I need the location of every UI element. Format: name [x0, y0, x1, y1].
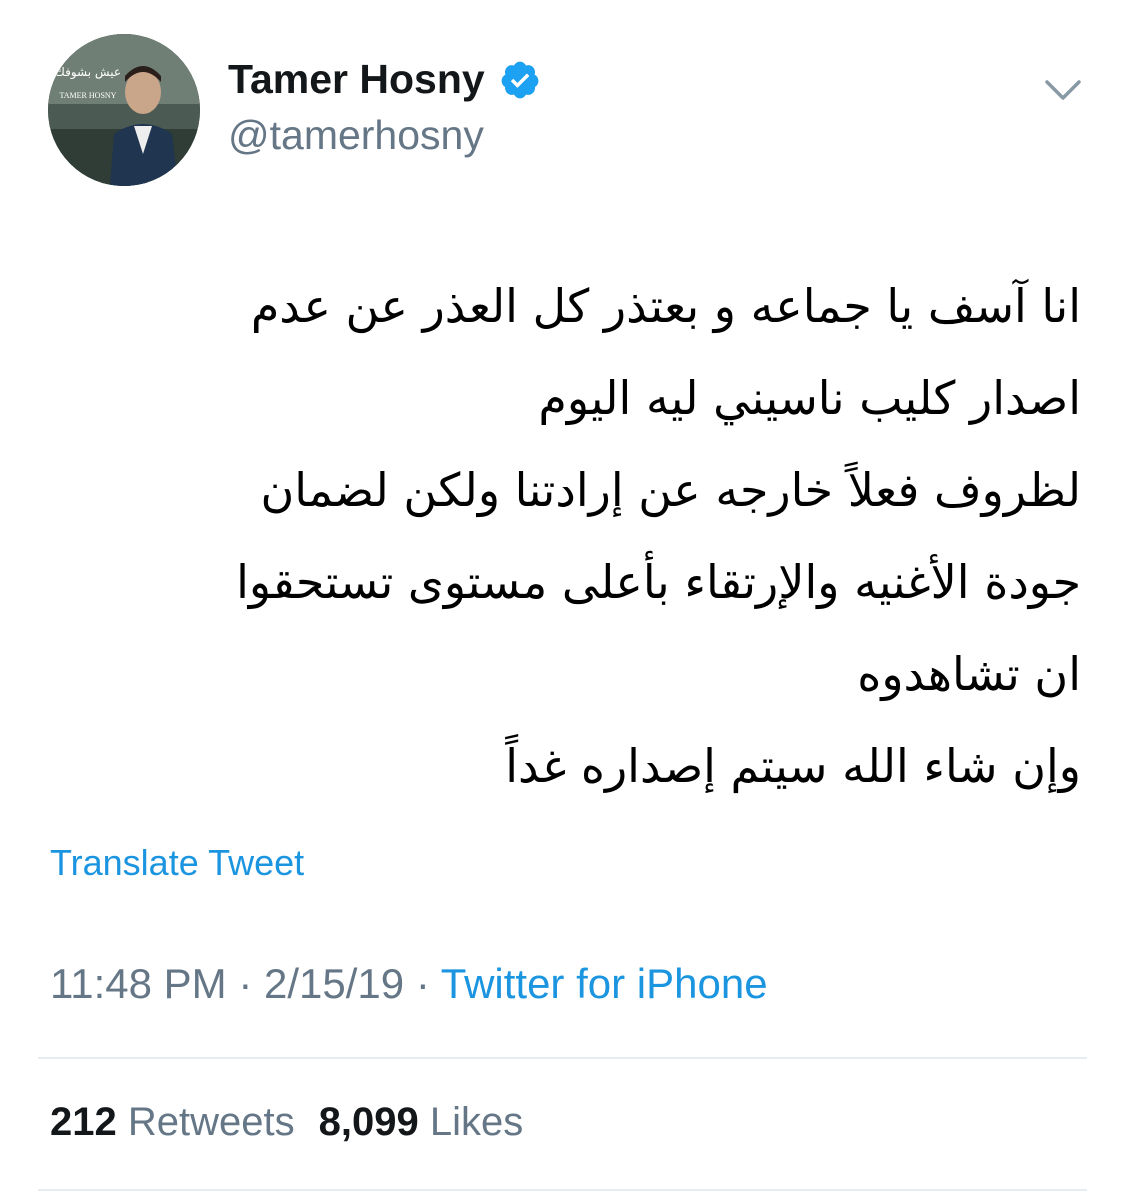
- retweets-label: Retweets: [127, 1100, 295, 1144]
- tweet-line: وإن شاء الله سيتم إصداره غداً: [505, 739, 1081, 793]
- display-name-row[interactable]: Tamer Hosny: [228, 56, 541, 103]
- tweet-source-link[interactable]: Twitter for iPhone: [441, 960, 768, 1007]
- meta-separator: ·: [238, 960, 253, 1007]
- user-handle[interactable]: @tamerhosny: [228, 112, 484, 159]
- tweet-date: 2/15/19: [264, 960, 405, 1007]
- tweet-line: اصدار كليب ناسيني ليه اليوم: [538, 371, 1081, 425]
- retweets-stat[interactable]: 212 Retweets: [50, 1100, 295, 1144]
- tweet-metadata: 11:48 PM · 2/15/19 · Twitter for iPhone: [50, 960, 768, 1008]
- tweet-line: ان تشاهدوه: [857, 647, 1081, 701]
- tweet-time: 11:48 PM: [50, 960, 227, 1007]
- tweet-text: انا آسف يا جماعه و بعتذر كل العذر عن عدم…: [60, 260, 1081, 812]
- likes-label: Likes: [429, 1100, 524, 1144]
- retweets-count: 212: [50, 1100, 117, 1144]
- divider: [38, 1189, 1087, 1191]
- avatar-latin-text: TAMER HOSNY: [60, 91, 117, 100]
- avatar-image: عيش بشوفك TAMER HOSNY: [48, 34, 200, 186]
- translate-tweet-link[interactable]: Translate Tweet: [50, 842, 304, 884]
- tweet-line: انا آسف يا جماعه و بعتذر كل العذر عن عدم: [250, 279, 1081, 333]
- meta-separator: ·: [415, 960, 430, 1007]
- likes-stat[interactable]: 8,099 Likes: [319, 1100, 524, 1144]
- display-name[interactable]: Tamer Hosny: [228, 56, 485, 103]
- divider: [38, 1057, 1087, 1059]
- tweet-line: جودة الأغنيه والإرتقاء بأعلى مستوى تستحق…: [236, 555, 1081, 609]
- tweet-stats: 212 Retweets 8,099 Likes: [50, 1100, 523, 1145]
- tweet-line: لظروف فعلاً خارجه عن إرادتنا ولكن لضمان: [260, 463, 1081, 517]
- verified-badge-icon: [499, 59, 541, 101]
- avatar-arabic-text: عيش بشوفك: [55, 65, 121, 80]
- avatar[interactable]: عيش بشوفك TAMER HOSNY: [48, 34, 200, 186]
- likes-count: 8,099: [318, 1100, 419, 1144]
- chevron-down-icon[interactable]: [1043, 72, 1083, 106]
